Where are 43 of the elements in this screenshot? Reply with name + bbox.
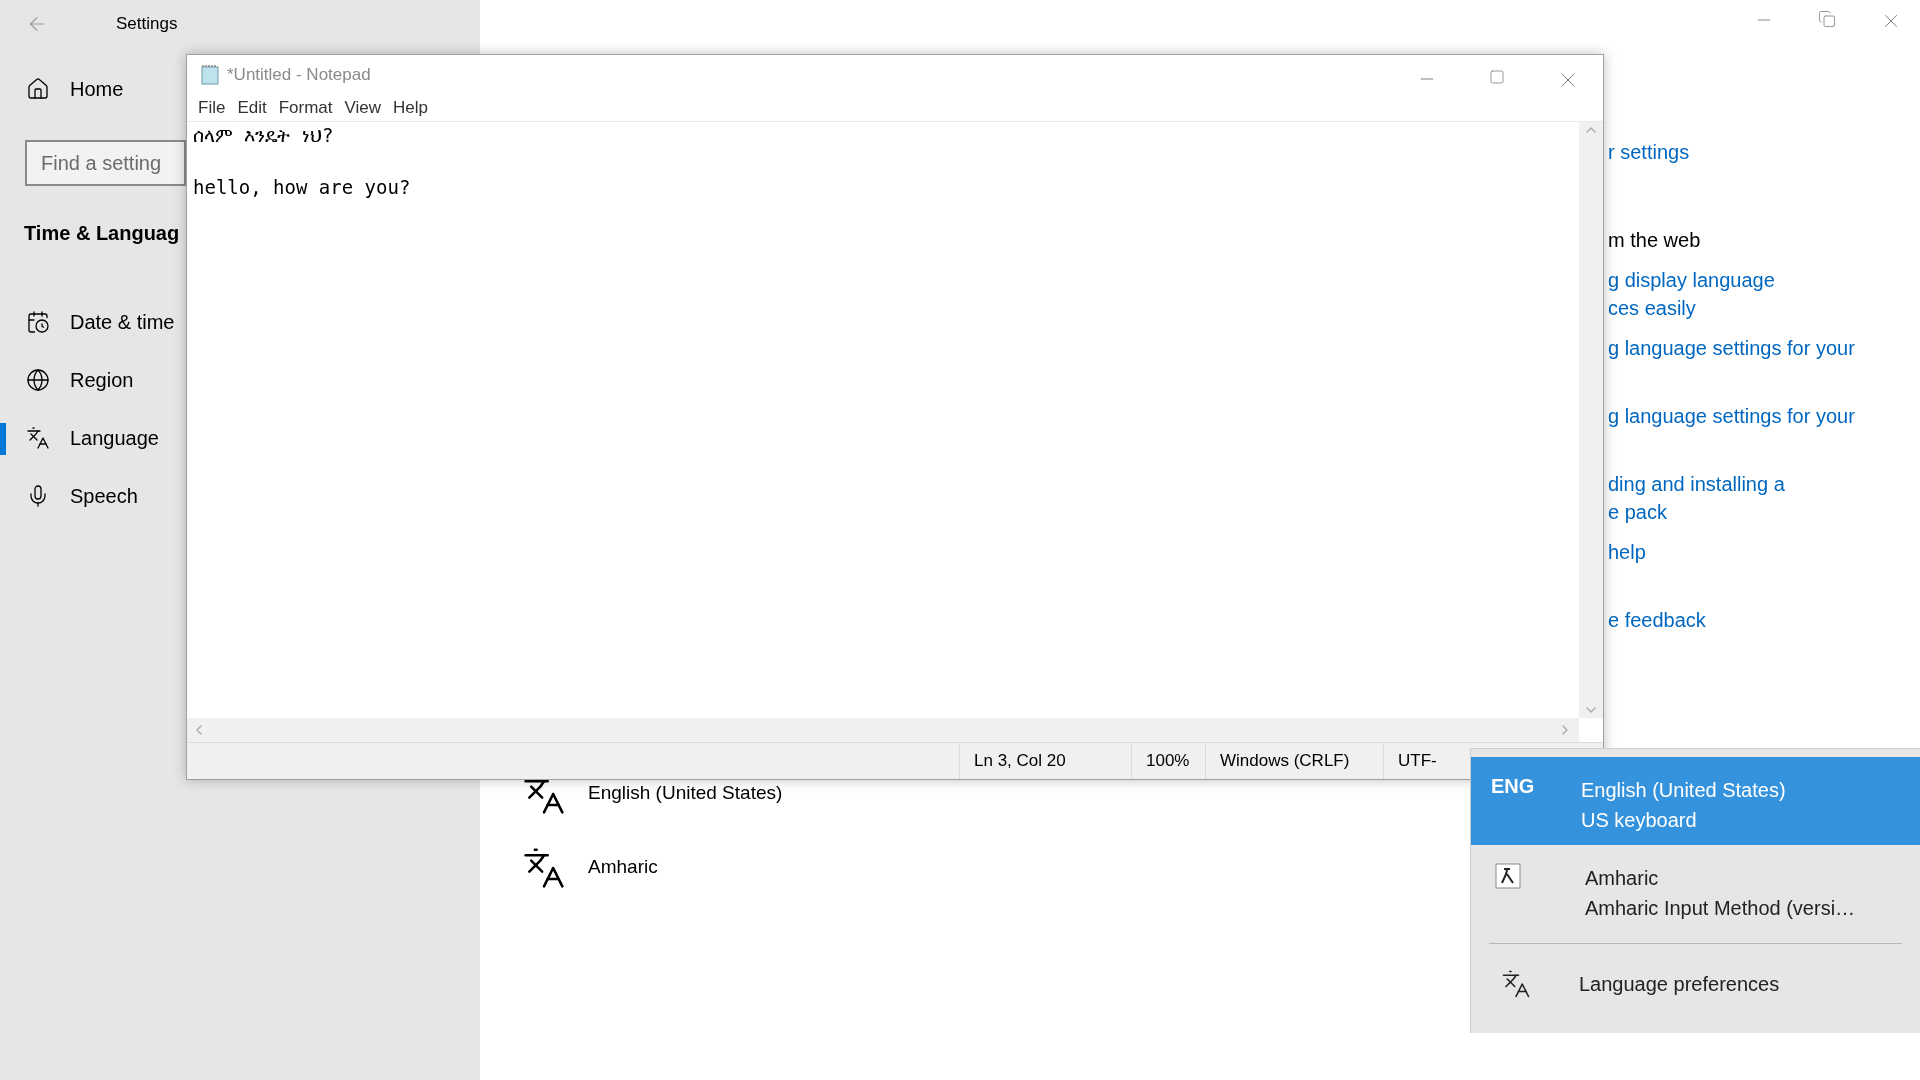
input-layout-option[interactable]: Amharic Amharic Input Method (versi… [1471,845,1920,943]
help-link[interactable]: g language settings for your [1608,402,1920,430]
notepad-icon [199,64,221,86]
menu-item[interactable]: Format [273,98,338,118]
text-line: hello, how are you? [193,175,411,200]
window-title: Settings [116,14,178,34]
window-title: *Untitled - Notepad [227,65,371,85]
status-text: 100% [1131,743,1205,779]
menu-item[interactable]: Edit [232,98,272,118]
status-text: Windows (CRLF) [1205,743,1383,779]
search-field[interactable]: Find a setting [25,140,186,186]
language-icon [26,426,50,450]
help-link[interactable]: g display language [1608,266,1920,294]
help-link[interactable]: g language settings for your [1608,334,1920,362]
calendar-clock-icon [26,310,50,334]
help-link[interactable]: r settings [1608,138,1920,166]
language-name[interactable]: English (United States) [588,782,783,804]
language-name[interactable]: Amharic [588,856,658,878]
globe-icon [26,368,50,392]
language-icon [522,846,566,890]
nav-item[interactable]: Region [0,351,138,409]
language-icon [1501,969,1531,999]
nav-item[interactable]: Language [0,409,163,467]
nav-item[interactable]: Speech [0,467,142,525]
help-link[interactable]: ding and installing a [1608,470,1920,498]
help-link[interactable]: help [1608,538,1920,566]
restore-icon[interactable] [1818,10,1836,28]
help-link[interactable]: e pack [1608,498,1920,526]
amharic-keyboard-icon [1495,863,1521,889]
home-link[interactable]: Home [0,60,128,118]
menu-item[interactable]: View [339,98,387,118]
menu-item[interactable]: File [193,98,231,118]
text-line: ሰላም እንዴት ነህ? [193,123,334,148]
help-link[interactable]: ces easily [1608,294,1920,322]
menu-item[interactable]: Help [388,98,434,118]
nav-item[interactable]: Date & time [0,293,179,351]
home-icon [26,77,50,101]
language-preferences-link[interactable]: Language preferences [1471,944,1920,1024]
section-heading: m the web [1608,228,1702,253]
status-text: Ln 3, Col 20 [959,743,1131,779]
section-title: Time & Languag [24,222,181,245]
maximize-icon[interactable] [1489,69,1505,85]
help-link[interactable]: e feedback [1608,606,1920,634]
